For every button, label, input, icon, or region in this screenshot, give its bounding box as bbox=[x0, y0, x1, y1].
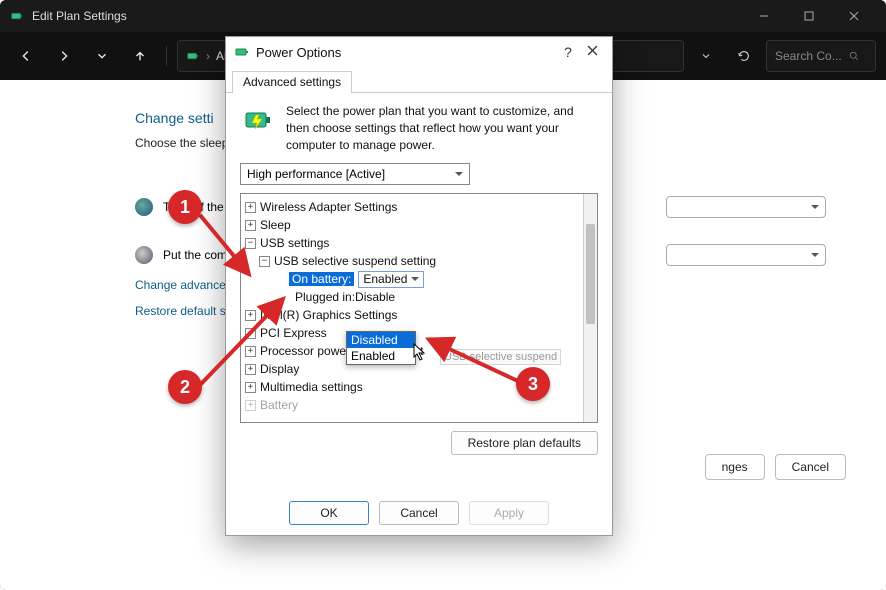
search-input[interactable]: Search Co... bbox=[766, 40, 876, 72]
minimize-button[interactable] bbox=[741, 0, 786, 32]
power-options-dialog: Power Options ? Advanced settings Select… bbox=[225, 36, 613, 536]
save-changes-button[interactable]: nges bbox=[705, 454, 765, 480]
refresh-button[interactable] bbox=[728, 40, 760, 72]
window-title: Edit Plan Settings bbox=[32, 9, 741, 23]
dialog-close-button[interactable] bbox=[580, 45, 604, 59]
on-battery-label[interactable]: On battery: bbox=[289, 272, 354, 286]
dialog-description: Select the power plan that you want to c… bbox=[286, 103, 598, 153]
dropdown-option-enabled[interactable]: Enabled bbox=[347, 348, 415, 364]
display-icon bbox=[135, 198, 153, 216]
sleep-timeout-select[interactable] bbox=[666, 244, 826, 266]
tree-scrollbar[interactable] bbox=[583, 194, 597, 422]
recent-dropdown[interactable] bbox=[86, 40, 118, 72]
cancel-button[interactable]: Cancel bbox=[379, 501, 459, 525]
on-battery-combo[interactable]: Enabled bbox=[358, 271, 424, 288]
sleep-icon bbox=[135, 246, 153, 264]
node-usb-settings[interactable]: USB settings bbox=[260, 236, 329, 250]
window-titlebar: Edit Plan Settings bbox=[0, 0, 886, 32]
node-usb-selective-suspend[interactable]: USB selective suspend setting bbox=[274, 254, 436, 268]
row-sleep: Put the com bbox=[163, 248, 227, 262]
dialog-title: Power Options bbox=[256, 45, 556, 60]
annotation-callout-1: 1 bbox=[168, 190, 202, 224]
back-button[interactable] bbox=[10, 40, 42, 72]
power-plan-icon bbox=[240, 103, 276, 139]
node-sleep[interactable]: Sleep bbox=[260, 218, 291, 232]
restore-plan-defaults-button[interactable]: Restore plan defaults bbox=[451, 431, 598, 455]
plugged-in-dropdown[interactable]: Disabled Enabled bbox=[346, 331, 416, 365]
battery-icon bbox=[234, 44, 250, 60]
tab-advanced-settings[interactable]: Advanced settings bbox=[232, 71, 352, 93]
forward-button[interactable] bbox=[48, 40, 80, 72]
up-button[interactable] bbox=[124, 40, 156, 72]
column-plugged-in: in bbox=[565, 170, 886, 184]
annotation-callout-3: 3 bbox=[516, 367, 550, 401]
maximize-button[interactable] bbox=[786, 0, 831, 32]
node-multimedia[interactable]: Multimedia settings bbox=[260, 380, 363, 394]
search-placeholder: Search Co... bbox=[775, 49, 842, 63]
node-wireless[interactable]: Wireless Adapter Settings bbox=[260, 200, 397, 214]
ok-button[interactable]: OK bbox=[289, 501, 369, 525]
tooltip: USB selective suspend bbox=[440, 349, 561, 365]
close-button[interactable] bbox=[831, 0, 876, 32]
address-dropdown[interactable] bbox=[690, 40, 722, 72]
help-button[interactable]: ? bbox=[556, 44, 580, 60]
battery-icon bbox=[10, 9, 24, 23]
apply-button[interactable]: Apply bbox=[469, 501, 549, 525]
power-plan-select[interactable]: High performance [Active] bbox=[240, 163, 470, 185]
node-battery[interactable]: Battery bbox=[260, 398, 298, 412]
node-display[interactable]: Display bbox=[260, 362, 299, 376]
node-intel-graphics[interactable]: Intel(R) Graphics Settings bbox=[260, 308, 397, 322]
display-timeout-select[interactable] bbox=[666, 196, 826, 218]
battery-icon bbox=[186, 49, 200, 63]
cancel-button[interactable]: Cancel bbox=[775, 454, 846, 480]
annotation-callout-2: 2 bbox=[168, 370, 202, 404]
search-icon bbox=[848, 50, 860, 62]
node-pci-express[interactable]: PCI Express bbox=[260, 326, 327, 340]
cursor-icon bbox=[413, 343, 427, 364]
dropdown-option-disabled[interactable]: Disabled bbox=[347, 332, 415, 348]
plugged-in-label[interactable]: Plugged in: bbox=[295, 290, 355, 304]
